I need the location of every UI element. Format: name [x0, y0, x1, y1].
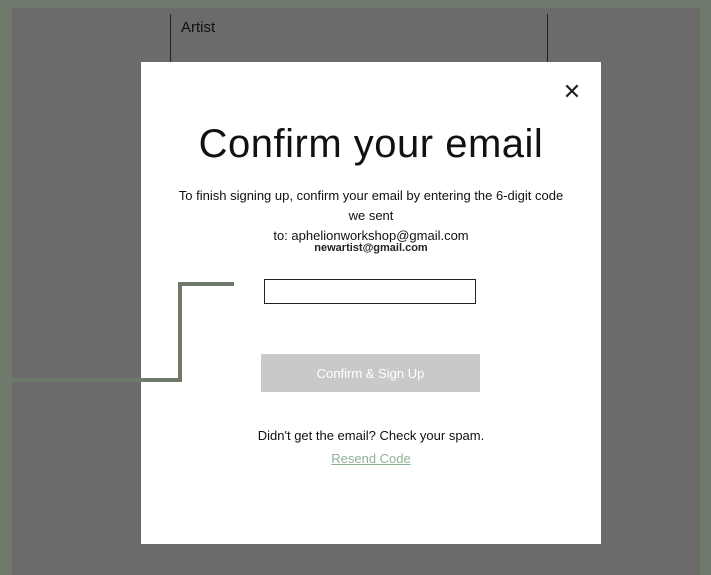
close-icon[interactable]: ✕: [561, 81, 583, 103]
page-frame: Artist ✕ Confirm your email To finish si…: [12, 8, 700, 575]
spam-hint: Didn't get the email? Check your spam.: [257, 428, 485, 443]
resend-code-link[interactable]: Resend Code: [331, 451, 411, 466]
sent-to-email: to: aphelionworkshop@gmail.com: [273, 228, 469, 243]
modal-description: To finish signing up, confirm your email…: [178, 188, 564, 223]
confirm-email-modal: ✕ Confirm your email To finish signing u…: [141, 62, 601, 544]
email-overlay-label: newartist@gmail.com: [314, 242, 428, 254]
verification-code-input[interactable]: [264, 279, 476, 304]
resend-code-container: Resend Code: [141, 451, 601, 466]
confirm-sign-up-button[interactable]: Confirm & Sign Up: [261, 354, 480, 392]
background-artist-label: Artist: [181, 19, 216, 36]
modal-title: Confirm your email: [198, 122, 544, 166]
connector-line: [178, 282, 182, 382]
connector-line: [0, 378, 182, 382]
connector-line: [178, 282, 234, 286]
